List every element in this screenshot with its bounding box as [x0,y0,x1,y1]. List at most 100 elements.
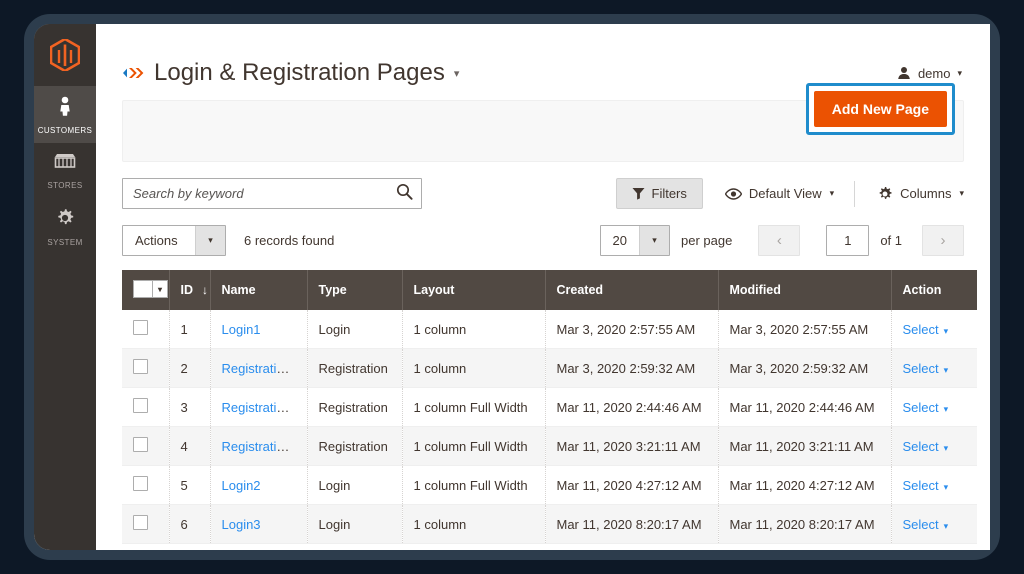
page-name-link[interactable]: Registration2 [222,400,299,415]
chevron-down-icon: ▾ [943,520,949,531]
page-name-link[interactable]: Registration3 [222,439,299,454]
gear-icon [877,186,893,202]
mass-actions-select[interactable]: Actions ▾ [122,225,226,256]
page-name-link[interactable]: Registration1 [222,361,299,376]
pagination: 20 ▾ per page ‹ of 1 › [599,225,964,256]
previous-page-button[interactable]: ‹ [758,225,801,256]
column-header-layout[interactable]: Layout [402,270,546,310]
table-row[interactable]: 4 Registration3 Registration 1 column Full … [122,426,977,466]
chevron-down-icon[interactable]: ▾ [638,226,669,255]
chevron-down-icon: ▾ [959,188,964,198]
cell-layout: 1 column [402,504,546,544]
row-checkbox[interactable] [133,515,148,530]
row-action-label: Select [902,477,939,493]
column-header-modified[interactable]: Modified [718,270,892,310]
row-action-select[interactable]: Select ▾ [903,322,949,337]
row-action-label: Select [902,360,939,376]
pages-data-grid: ▾ ID ↓ Name Type Layout Created Modified … [122,270,977,544]
cell-layout: 1 column [402,310,546,349]
default-view-dropdown[interactable]: Default View ▾ [724,186,834,201]
column-header-created[interactable]: Created [545,270,719,310]
cell-id: 1 [169,310,211,349]
row-action-select[interactable]: Select ▾ [903,439,949,454]
table-row[interactable]: 6 Login3 Login 1 column Mar 11, 2020 8:20:17… [122,504,977,544]
cell-modified: Mar 11, 2020 2:44:46 AM [718,387,892,427]
row-checkbox-cell[interactable] [122,426,170,466]
per-page-select[interactable]: 20 ▾ [599,225,670,256]
table-row[interactable]: 3 Registration2 Registration 1 column Full … [122,387,977,427]
row-checkbox[interactable] [133,398,148,413]
cell-created: Mar 11, 2020 2:44:46 AM [545,387,719,427]
row-action-select[interactable]: Select ▾ [903,400,949,415]
row-action-select[interactable]: Select ▾ [903,478,949,493]
row-checkbox[interactable] [133,359,148,374]
filters-button[interactable]: Filters [615,178,703,209]
search-icon[interactable] [396,183,413,205]
cell-name: Login1 [210,310,308,349]
cell-modified: Mar 11, 2020 8:20:17 AM [718,504,892,544]
sidebar-item-stores[interactable]: STORES [34,143,96,198]
row-checkbox[interactable] [133,320,148,335]
cell-created: Mar 11, 2020 8:20:17 AM [545,504,719,544]
sidebar-item-label-customers: CUSTOMERS [37,126,93,135]
chevron-down-icon: ▾ [957,67,962,78]
row-action-select[interactable]: Select ▾ [903,517,949,532]
row-checkbox-cell[interactable] [122,387,170,427]
grid-header: ▾ ID ↓ Name Type Layout Created Modified … [122,270,977,310]
per-page-label: per page [680,233,733,248]
table-row[interactable]: 5 Login2 Login 1 column Full Width Mar 11, 2… [122,465,977,505]
grid-actions-row: Actions ▾ 6 records found 20 ▾ per page … [122,225,964,256]
mass-actions-label: Actions [135,233,178,248]
chevron-down-icon[interactable]: ▾ [152,281,167,297]
chevron-down-icon: ▾ [943,481,949,492]
gear-icon [36,208,94,233]
admin-user-menu[interactable]: demo ▾ [897,66,962,81]
row-checkbox[interactable] [133,476,148,491]
column-header-id-label: ID [180,283,194,297]
add-new-page-button[interactable]: Add New Page [813,91,947,127]
add-new-page-highlight: Add New Page [805,83,955,135]
magento-logo-glyph [50,39,80,71]
select-all-dropdown[interactable]: ▾ [133,280,168,298]
column-header-select-all[interactable]: ▾ [122,270,170,310]
page-name-link[interactable]: Login3 [222,517,261,532]
row-checkbox[interactable] [133,437,148,452]
cell-type: Registration [307,426,403,466]
search-input[interactable] [133,186,396,201]
row-checkbox-cell[interactable] [122,465,170,505]
page-number-input[interactable] [826,225,870,256]
page-name-link[interactable]: Login1 [222,322,261,337]
table-row[interactable]: 2 Registration1 Registration 1 column Mar 3,… [122,348,977,388]
column-header-type[interactable]: Type [307,270,403,310]
row-checkbox-cell[interactable] [122,310,170,349]
page-title-caret-icon[interactable]: ▾ [454,67,460,80]
page-name-link[interactable]: Login2 [222,478,261,493]
select-all-checkbox[interactable] [134,281,152,297]
row-checkbox-cell[interactable] [122,504,170,544]
admin-user-name: demo [917,65,951,81]
cell-modified: Mar 3, 2020 2:57:55 AM [718,310,892,349]
magento-logo-icon[interactable] [34,24,96,86]
row-checkbox-cell[interactable] [122,348,170,388]
store-icon [36,153,94,176]
sidebar-item-customers[interactable]: CUSTOMERS [34,86,96,143]
table-row[interactable]: 1 Login1 Login 1 column Mar 3, 2020 2:57:55 … [122,310,977,349]
search-box[interactable] [122,178,422,209]
cell-name: Registration3 [210,426,308,466]
columns-dropdown[interactable]: Columns ▾ [877,186,964,202]
grid-toolbar-right: Filters Default View ▾ Columns ▾ [615,178,964,209]
chevron-down-icon: ▾ [943,364,949,375]
column-header-id[interactable]: ID ↓ [169,270,211,310]
sidebar-item-system[interactable]: SYSTEM [34,198,96,255]
chevron-down-icon[interactable]: ▾ [195,226,225,255]
admin-sidebar: CUSTOMERS STORES SYSTEM [34,24,96,550]
next-page-button[interactable]: › [922,225,964,256]
cell-name: Registration2 [210,387,308,427]
row-action-select[interactable]: Select ▾ [903,361,949,376]
column-header-name[interactable]: Name [210,270,308,310]
row-action-label: Select [902,321,939,337]
sidebar-item-label-system: SYSTEM [47,238,83,247]
cell-type: Registration [307,348,403,388]
cell-id: 6 [169,504,211,544]
cell-created: Mar 3, 2020 2:59:32 AM [545,348,719,388]
